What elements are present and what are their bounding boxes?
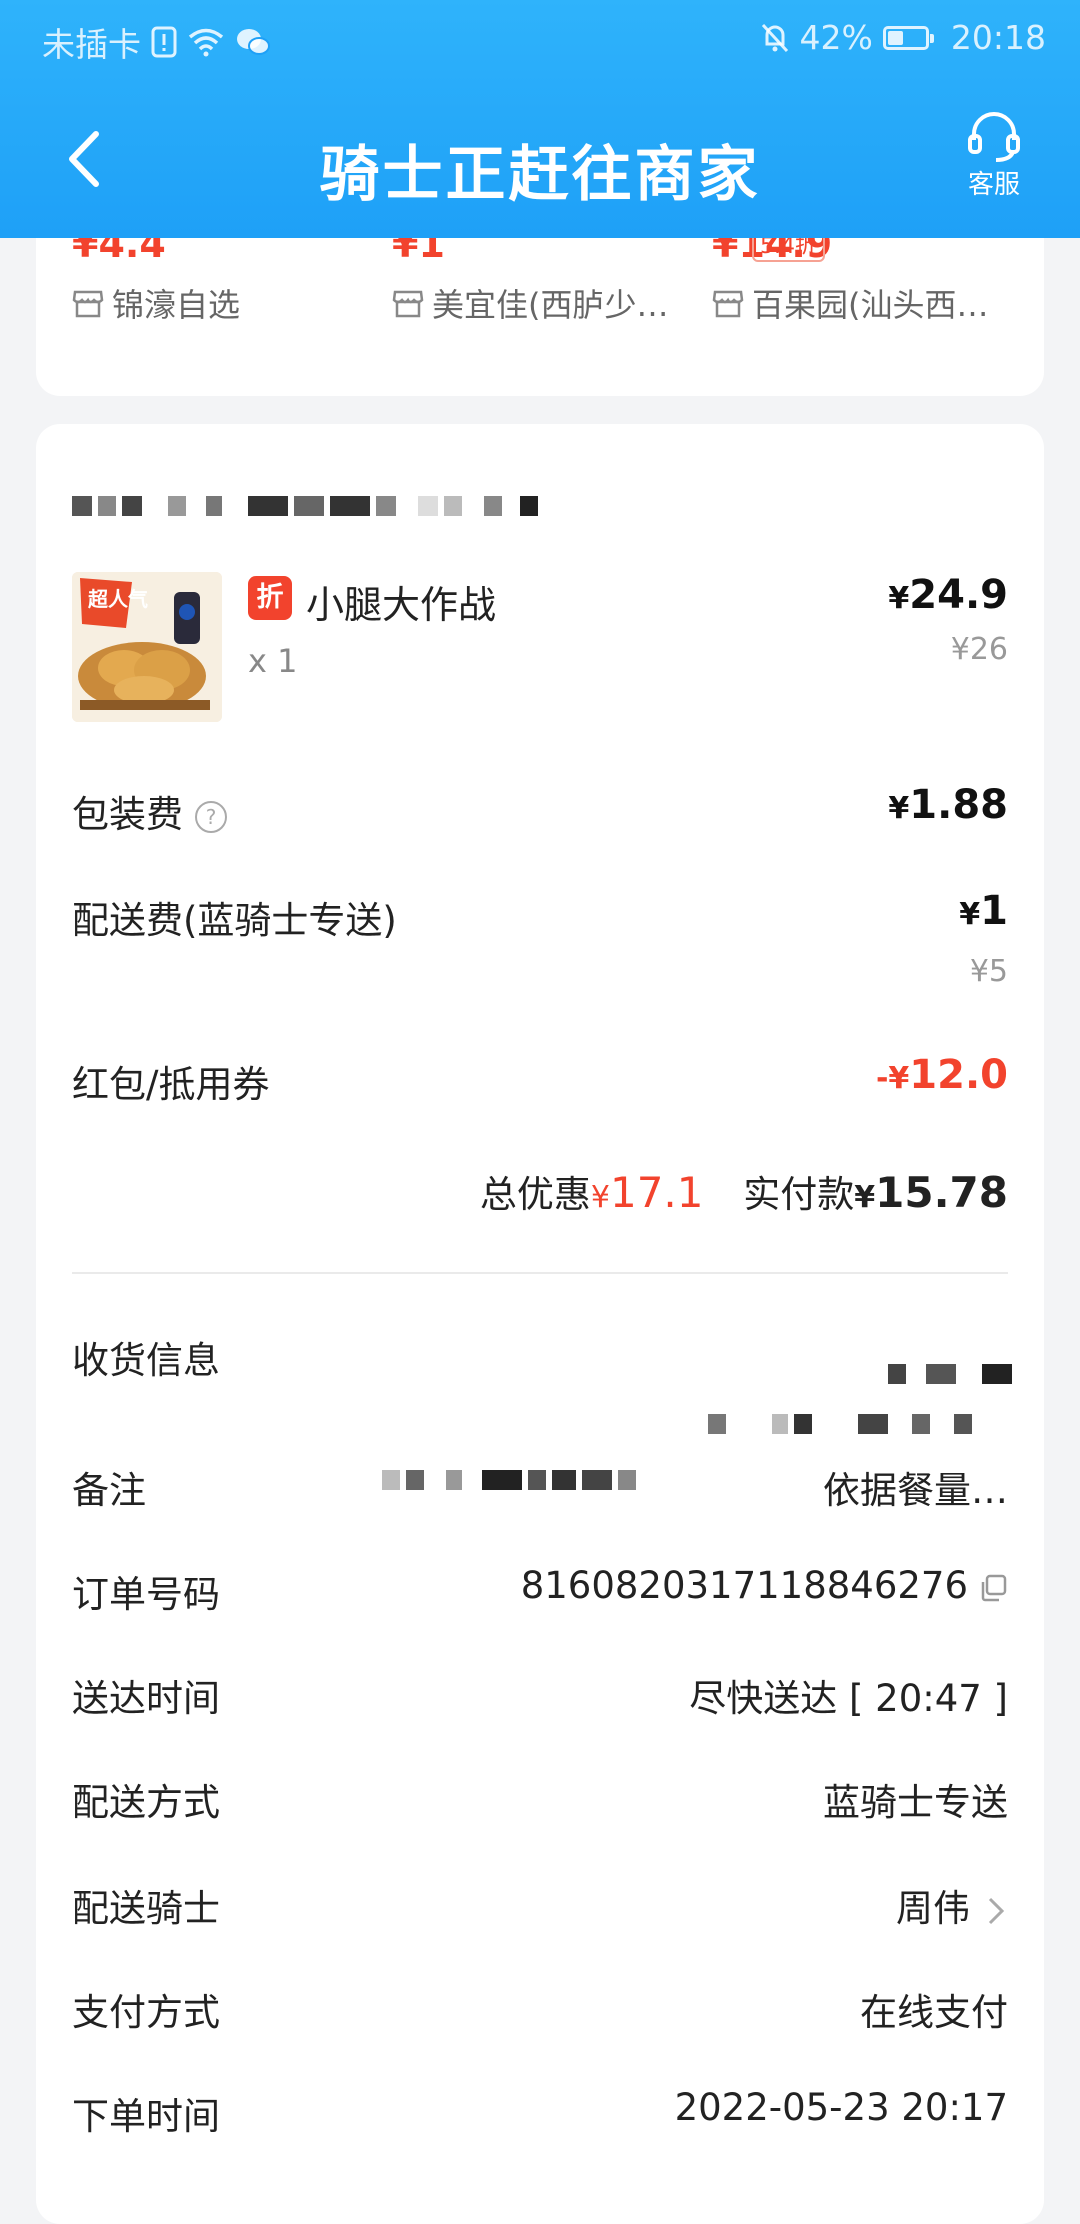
battery-icon — [882, 25, 934, 50]
wifi-icon — [188, 28, 224, 57]
product-price-value: 24.9 — [909, 572, 1008, 618]
rider-name: 周伟 — [896, 1887, 970, 1930]
rec-item-3[interactable]: 百果园(汕头西… — [712, 280, 989, 326]
customer-service-label: 客服 — [967, 170, 1020, 200]
paid-yen: ¥ — [854, 1180, 876, 1215]
order-number-value: 8160820317118846276 — [521, 1564, 1008, 1607]
status-bar: 未插卡 42% 20:18 — [0, 0, 1080, 76]
discount-tag: 折 — [248, 576, 292, 620]
rec-item-2[interactable]: 美宜佳(西胪少… — [392, 280, 669, 326]
shop-icon — [72, 290, 104, 318]
discount-value: 17.1 — [609, 1168, 704, 1217]
chevron-right-icon — [988, 1897, 1005, 1924]
product-price: ¥24.9 — [888, 572, 1008, 618]
rec-item-1[interactable]: 锦濠自选 — [72, 280, 240, 326]
packaging-fee-label: 包装费? — [72, 784, 227, 838]
delivery-time-label: 送达时间 — [72, 1677, 220, 1720]
order-number-text: 8160820317118846276 — [520, 1564, 968, 1607]
delivery-fee-amount: 1 — [980, 888, 1008, 934]
order-time-label: 下单时间 — [72, 2095, 220, 2138]
sim-alert-icon — [151, 26, 177, 58]
redacted-address-line1 — [888, 1364, 1012, 1384]
wechat-icon — [237, 29, 270, 55]
rider-row-link[interactable]: 周伟 — [896, 1878, 1008, 1932]
note-value[interactable]: 依据餐量… — [823, 1460, 1008, 1514]
coupon-label: 红包/抵用券 — [72, 1063, 270, 1106]
paid-label: 实付款 — [743, 1173, 855, 1216]
discount-label: 总优惠 — [479, 1173, 591, 1216]
top-header: 未插卡 42% 20:18 骑士正赶往商家 客服 — [0, 0, 1080, 238]
product-quantity: x 1 — [248, 642, 298, 680]
coupon-value: -¥12.0 — [875, 1052, 1008, 1098]
rec-shop-name: 锦濠自选 — [112, 286, 241, 324]
order-number-label: 订单号码 — [72, 1573, 220, 1616]
headset-icon — [968, 112, 1020, 162]
discount-yen: ¥ — [590, 1180, 610, 1215]
status-left: 未插卡 — [42, 18, 271, 66]
totals-line: 总优惠¥17.1 实付款¥15.78 — [480, 1164, 1008, 1218]
order-detail-card: 超人气 折 小腿大作战 x 1 ¥24.9 ¥26 包装费? ¥1.88 配送费… — [36, 424, 1044, 2224]
fried-chicken-image: 超人气 — [72, 572, 222, 722]
delivery-fee-original: ¥5 — [969, 954, 1008, 989]
shop-icon — [392, 290, 424, 318]
product-thumbnail[interactable]: 超人气 — [72, 572, 222, 722]
coupon-amount: 12.0 — [909, 1052, 1008, 1098]
address-label: 收货信息 — [72, 1339, 220, 1382]
status-right: 42% 20:18 — [760, 18, 1046, 57]
section-divider — [72, 1272, 1008, 1274]
delivery-time-value: 尽快送达 [ 20:47 ] — [689, 1677, 1008, 1720]
battery-percent: 42% — [799, 18, 873, 57]
rider-label: 配送骑士 — [72, 1887, 220, 1930]
help-icon[interactable]: ? — [195, 800, 227, 833]
product-original-price: ¥26 — [950, 632, 1008, 667]
note-label: 备注 — [72, 1469, 146, 1512]
clock: 20:18 — [950, 18, 1046, 57]
redacted-note — [382, 1470, 636, 1490]
customer-service-button[interactable]: 客服 — [956, 110, 1032, 201]
rec-shop-name: 百果园(汕头西… — [752, 286, 989, 324]
shop-icon — [712, 290, 744, 318]
delivery-method-value: 蓝骑士专送 — [823, 1781, 1008, 1824]
delivery-fee-label: 配送费(蓝骑士专送) — [72, 899, 397, 942]
delivery-fee-value: ¥1 — [959, 888, 1008, 934]
battery-level-fill — [887, 30, 903, 45]
packaging-fee-value: ¥1.88 — [888, 782, 1008, 828]
packaging-fee-text: 包装费 — [72, 793, 183, 836]
paid-value: 15.78 — [875, 1168, 1008, 1217]
packaging-fee-amount: 1.88 — [909, 782, 1008, 828]
redacted-address-line2 — [708, 1414, 972, 1434]
order-time-value: 2022-05-23 20:17 — [674, 2086, 1008, 2129]
mute-bell-icon — [761, 23, 788, 52]
redacted-shop-name — [72, 496, 538, 516]
thumb-badge-text: 超人气 — [87, 587, 148, 611]
page-title: 骑士正赶往商家 — [319, 140, 761, 210]
payment-label: 支付方式 — [72, 1991, 220, 2034]
carrier-text: 未插卡 — [42, 25, 141, 64]
product-name[interactable]: 小腿大作战 — [306, 574, 496, 629]
payment-value: 在线支付 — [860, 1991, 1008, 2034]
delivery-method-label: 配送方式 — [72, 1781, 220, 1824]
copy-icon[interactable] — [978, 1573, 1008, 1603]
rec-shop-name: 美宜佳(西胪少… — [432, 286, 669, 324]
